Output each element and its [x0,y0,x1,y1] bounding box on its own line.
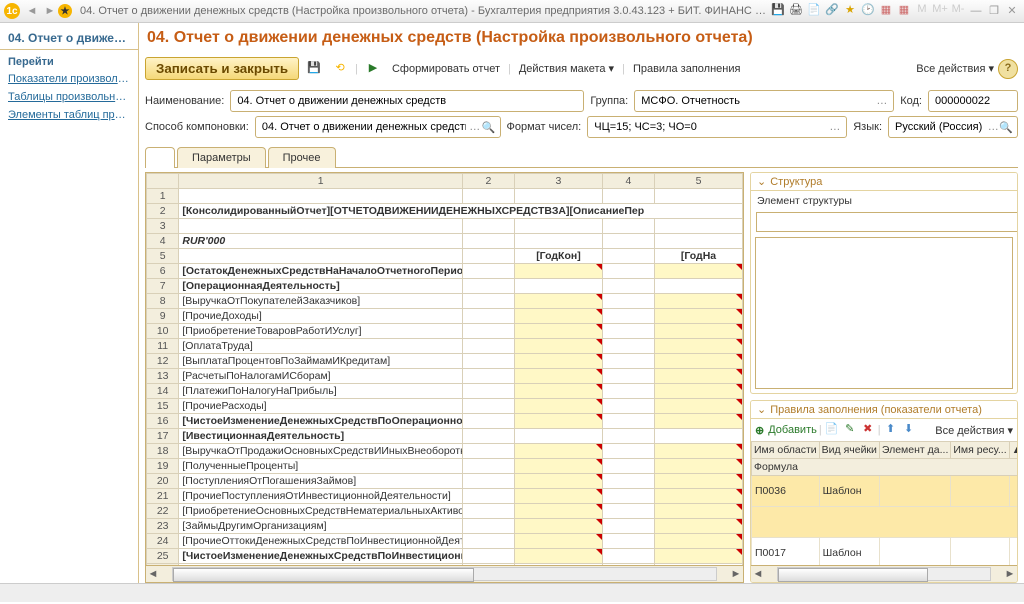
form-report-button[interactable]: Сформировать отчет [388,63,504,75]
structure-element-label: Элемент структуры [753,193,1015,209]
group-label: Группа: [590,95,628,107]
save-button[interactable]: 💾 [303,58,325,80]
sidebar-link-1[interactable]: Таблицы произвольных о... [0,88,138,106]
h-scrollbar[interactable]: ◄ ► [146,565,743,582]
refresh-button[interactable]: ⟲ [329,58,351,80]
all-actions-button[interactable]: Все действия ▾ [916,62,994,75]
move-down-icon[interactable]: ⬇ [901,422,917,438]
rules-row[interactable]: П0017Шаблон [752,538,1018,566]
app-orb-icon: 1c [4,3,20,19]
numfmt-label: Формат чисел: [507,121,582,133]
group-picker-icon[interactable]: … [874,95,889,107]
move-up-icon[interactable]: ⬆ [883,422,899,438]
collapse-icon[interactable]: ⌄ [757,175,766,188]
fill-rules-button[interactable]: Правила заполнения [629,63,745,75]
add-icon[interactable]: ⊕ [755,424,764,437]
structure-title: Структура [770,176,822,188]
sidebar: 04. Отчет о движении... Перейти Показате… [0,23,139,583]
doc-icon[interactable]: 📄 [806,3,822,19]
template-actions-button[interactable]: Действия макета ▾ [515,62,618,75]
save-icon[interactable]: 💾 [770,3,786,19]
main: 04. Отчет о движении денежных средств (Н… [139,23,1024,583]
name-input[interactable] [235,94,579,108]
rules-all-actions[interactable]: Все действия ▾ [935,424,1013,437]
lang-label: Язык: [853,121,882,133]
scroll-right-icon[interactable]: ► [729,568,743,580]
structure-element-input[interactable] [756,212,1017,232]
print-icon[interactable]: 🖨 [788,3,804,19]
close-icon[interactable]: ✕ [1004,3,1020,19]
rules-row[interactable]: П0036Шаблон [752,476,1018,507]
tab-params[interactable]: Параметры [177,147,266,168]
nav-fwd-icon[interactable]: ► [42,3,58,19]
collapse-icon[interactable]: ⌄ [757,403,766,416]
numfmt-input[interactable] [592,120,827,134]
layout-search-icon[interactable]: 🔍 [482,121,496,134]
structure-panel: ⌄ Структура Элемент структуры [750,172,1018,394]
rules-title: Правила заполнения (показатели отчета) [770,404,982,416]
play-icon[interactable]: ▶ [362,58,384,80]
nav-back-icon[interactable]: ◄ [24,3,40,19]
star-icon[interactable]: ★ [842,3,858,19]
lang-picker-icon[interactable]: … [987,121,999,133]
layout-input[interactable] [260,120,468,134]
page-title: 04. Отчет о движении денежных средств (Н… [145,23,1018,55]
titlebar: 1c ◄ ► ★ 04. Отчет о движении денежных с… [0,0,1024,23]
spreadsheet[interactable]: 1234512[КонсолидированныйОтчет][ОТЧЕТОДВ… [145,172,744,583]
sidebar-nav-header: Перейти [0,50,138,70]
tab-other[interactable]: Прочее [268,147,336,168]
edit-icon[interactable]: ✎ [842,422,858,438]
rules-h-scrollbar[interactable]: ◄ ► [751,565,1017,582]
window-title: 04. Отчет о движении денежных средств (Н… [74,5,768,17]
tab-maket[interactable] [145,147,175,168]
group-input[interactable] [639,94,874,108]
save-close-button[interactable]: Записать и закрыть [145,57,299,80]
code-input[interactable] [933,94,1013,108]
tabs: Параметры Прочее [145,146,1018,168]
layout-picker-icon[interactable]: … [468,121,482,133]
toolbar: Записать и закрыть 💾 ⟲ | ▶ Сформировать … [145,55,1018,88]
code-label: Код: [900,95,922,107]
copy-icon[interactable]: 📄 [824,422,840,438]
rules-panel: ⌄Правила заполнения (показатели отчета) … [750,400,1018,583]
help-icon[interactable]: ? [998,59,1018,79]
delete-icon[interactable]: ✖ [860,422,876,438]
calc-icon[interactable]: ▦ [878,3,894,19]
layout-label: Способ компоновки: [145,121,249,133]
grid-icon[interactable]: ▦ [896,3,912,19]
m-minus-icon[interactable]: M- [950,3,966,19]
m-icon[interactable]: M [914,3,930,19]
name-label: Наименование: [145,95,224,107]
sidebar-tab-title[interactable]: 04. Отчет о движении... [0,27,138,50]
lang-input[interactable] [893,120,987,134]
statusbar [0,583,1024,602]
sidebar-link-0[interactable]: Показатели произвольны... [0,70,138,88]
m-plus-icon[interactable]: M+ [932,3,948,19]
sidebar-link-2[interactable]: Элементы таблиц произв... [0,106,138,124]
structure-list[interactable] [755,237,1013,389]
maximize-icon[interactable]: ❐ [986,3,1002,19]
favorite-icon[interactable]: ★ [58,4,72,18]
add-button[interactable]: Добавить [768,424,817,436]
history-icon[interactable]: 🕑 [860,3,876,19]
minimize-icon[interactable]: — [968,3,984,19]
scroll-left-icon[interactable]: ◄ [146,568,160,580]
lang-search-icon[interactable]: 🔍 [999,121,1013,134]
numfmt-picker-icon[interactable]: … [827,121,842,133]
link-icon[interactable]: 🔗 [824,3,840,19]
